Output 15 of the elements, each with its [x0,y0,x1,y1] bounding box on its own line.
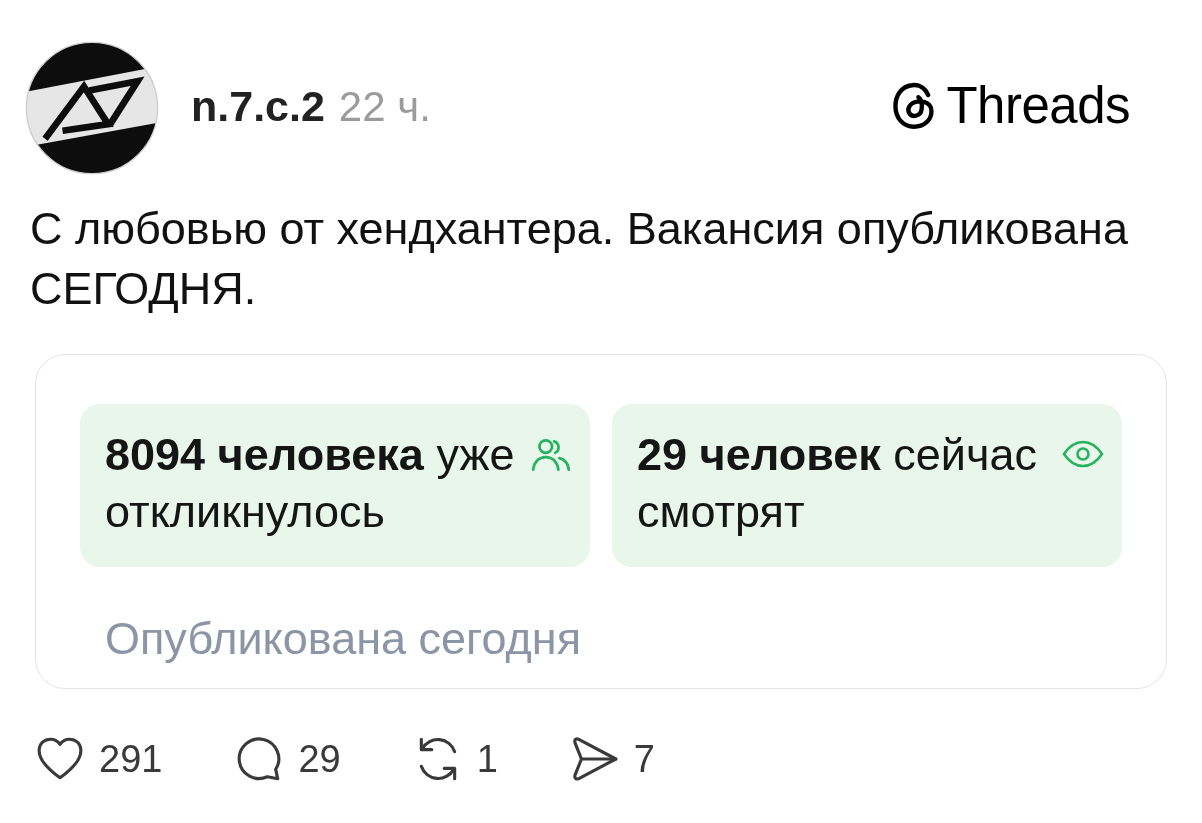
share-button[interactable]: 7 [569,734,655,784]
post-text: С любовью от хендхантера. Вакансия опубликована СЕГОДНЯ. [30,202,1129,316]
stat-text: 8094 человека уже откликнулось [105,428,516,539]
eye-icon [1062,440,1104,468]
comment-button[interactable]: 29 [234,734,341,784]
publication-note: Опубликована сегодня [105,614,582,664]
stat-text: 29 человек сейчас смотрят [637,428,1038,539]
logo-icon [892,82,937,130]
brand-name: Threads [946,76,1130,136]
people-icon [530,436,572,474]
vacancy-card[interactable]: 8094 человека уже откликнулось 29 человек сейчас смотрят Опубликована сегодня [35,354,1167,689]
username[interactable]: n.7.c.2 [191,73,325,139]
repost-button[interactable]: 1 [412,734,498,784]
like-button[interactable]: 291 [35,734,163,784]
post-time: 22 ч. [338,81,431,132]
